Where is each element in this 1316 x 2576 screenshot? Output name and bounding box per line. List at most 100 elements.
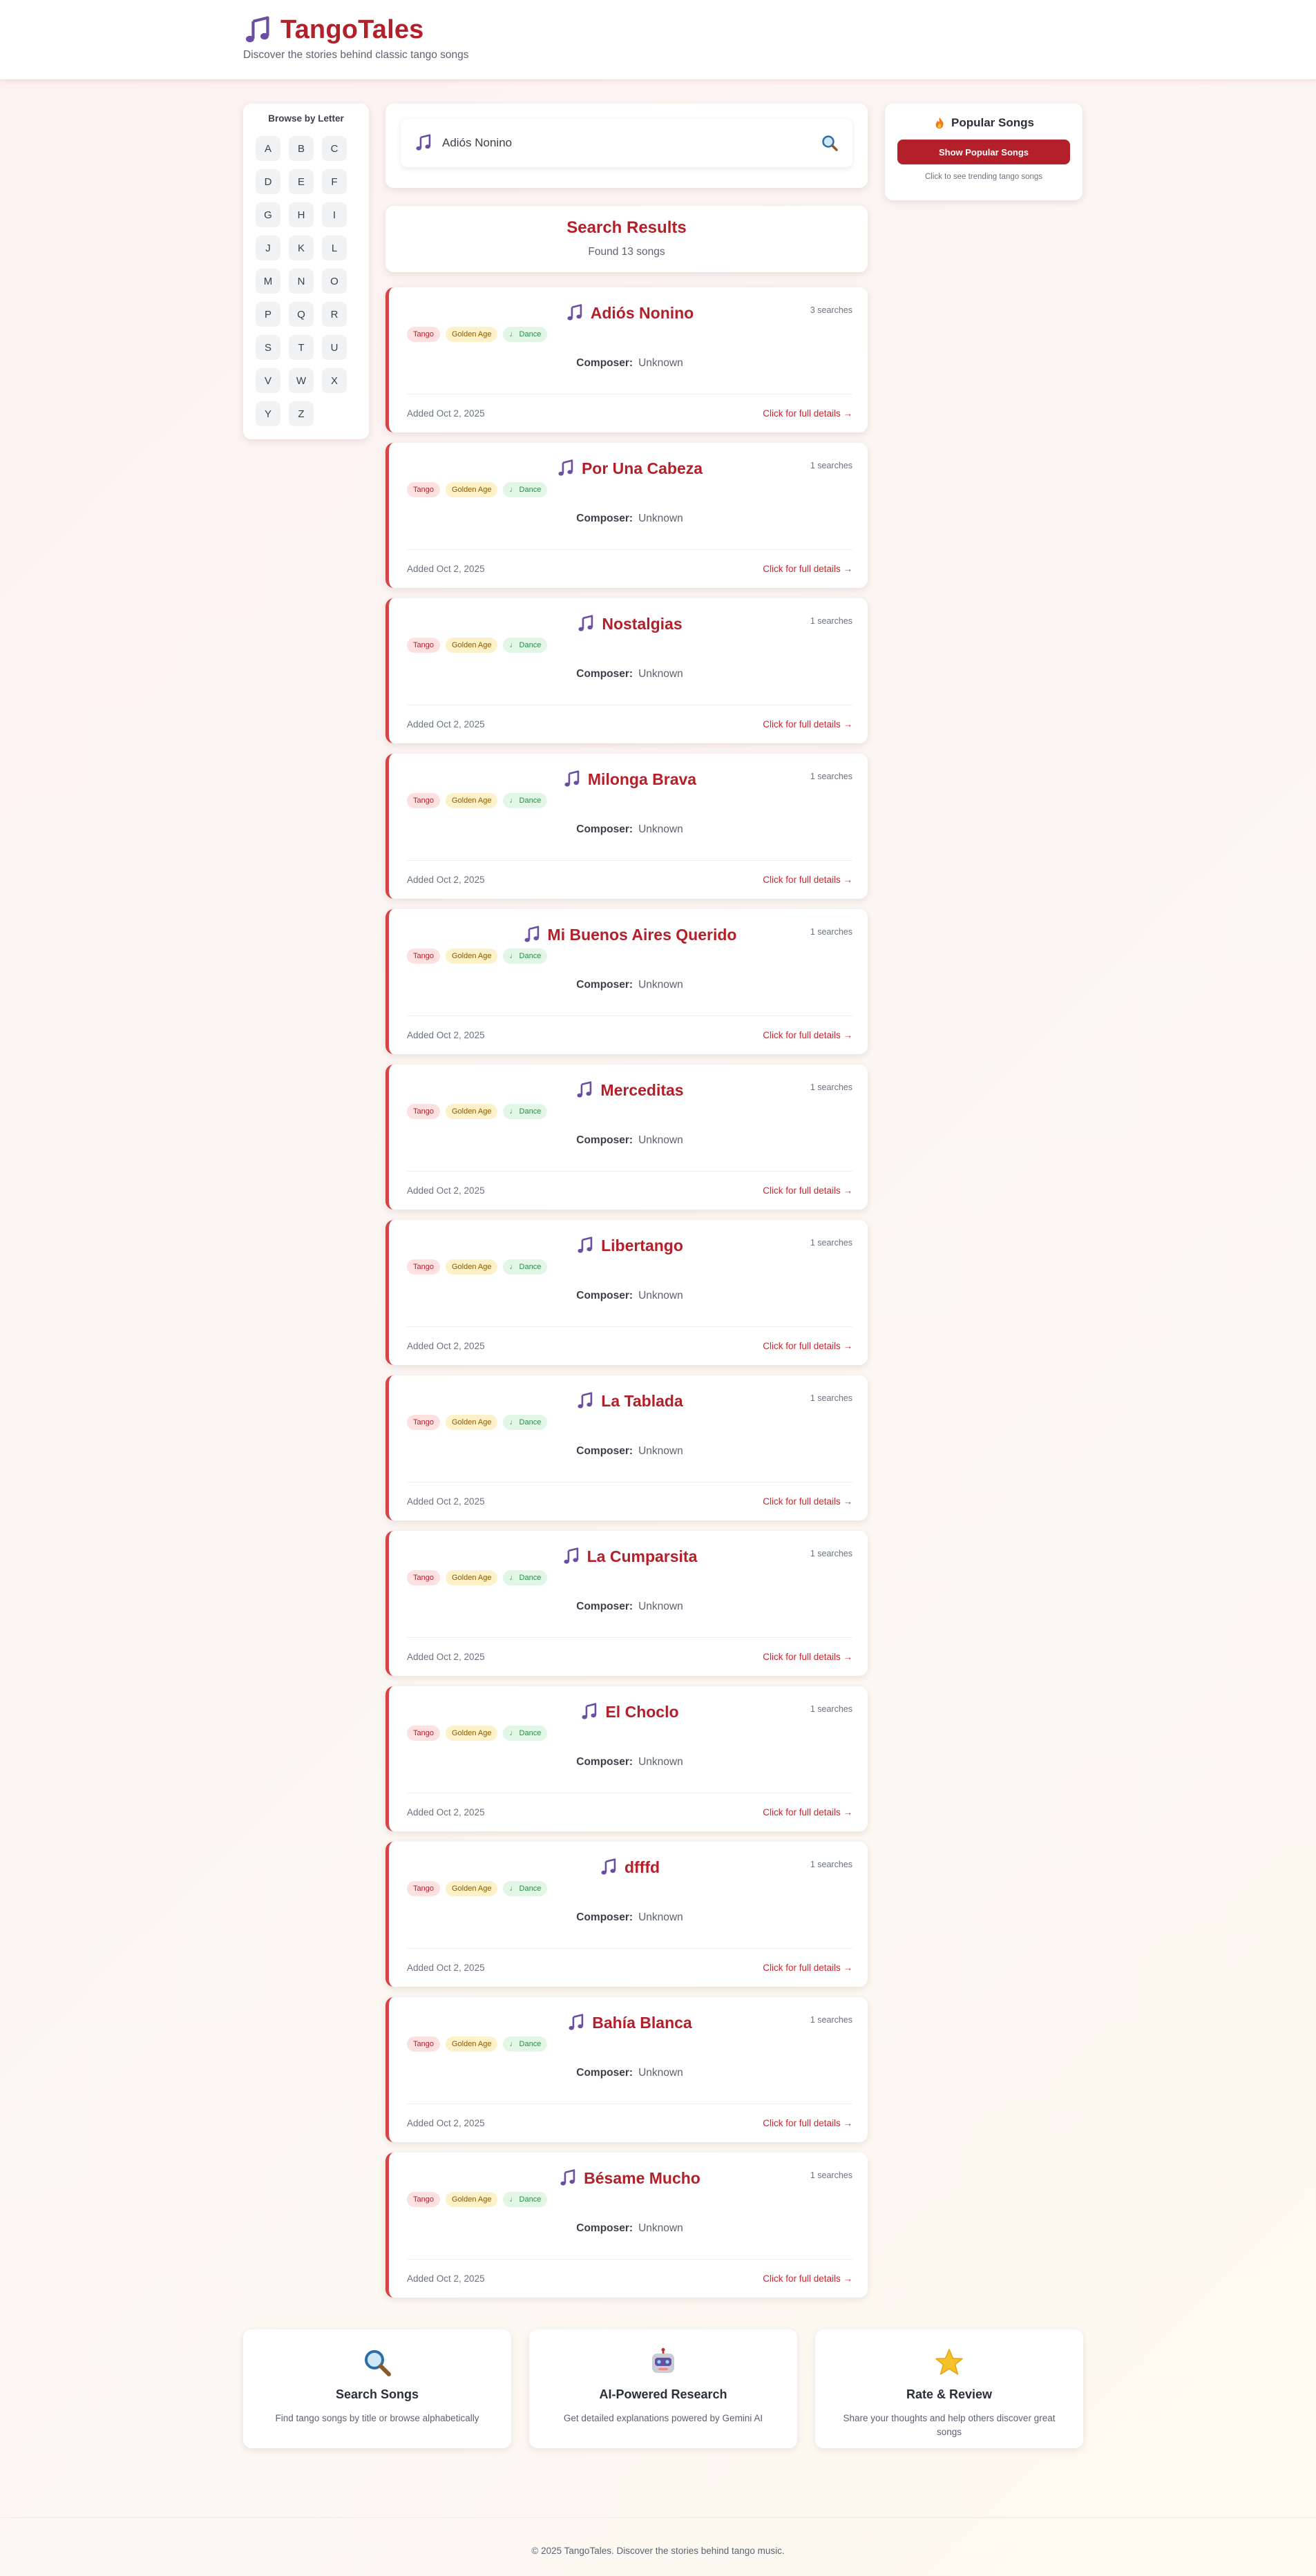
song-tags: Tango Golden Age ♩ Dance — [407, 482, 852, 497]
full-details-link[interactable]: Click for full details → — [763, 1341, 852, 1351]
letter-button-j[interactable]: J — [256, 236, 280, 260]
song-card[interactable]: Milonga Brava 1 searches Tango Golden Age ♩ … — [385, 754, 868, 899]
song-title[interactable]: Milonga Brava — [588, 770, 696, 789]
letter-button-i[interactable]: I — [322, 202, 347, 227]
song-card[interactable]: El Choclo 1 searches Tango Golden Age ♩ Danc… — [385, 1686, 868, 1831]
letter-button-z[interactable]: Z — [289, 401, 314, 426]
feature-description: Share your thoughts and help others disc… — [843, 2413, 1056, 2437]
full-details-link[interactable]: Click for full details → — [763, 2118, 852, 2128]
letter-button-g[interactable]: G — [256, 202, 280, 227]
show-popular-songs-button[interactable]: Show Popular Songs — [897, 140, 1070, 164]
tag-era: Golden Age — [445, 948, 498, 964]
tag-style: ♩ Dance — [503, 1570, 548, 1585]
letter-button-l[interactable]: L — [322, 236, 347, 260]
added-date: Added Oct 2, 2025 — [407, 1496, 485, 1507]
search-count: 1 searches — [810, 1704, 852, 1714]
full-details-link[interactable]: Click for full details → — [763, 1185, 852, 1196]
song-card[interactable]: La Tablada 1 searches Tango Golden Age ♩ Dan… — [385, 1375, 868, 1520]
full-details-link[interactable]: Click for full details → — [763, 719, 852, 729]
search-icon[interactable] — [821, 134, 839, 152]
search-input[interactable]: Adiós Nonino — [401, 119, 852, 167]
composer-row: Composer: Unknown — [407, 1756, 852, 1768]
letter-button-p[interactable]: P — [256, 302, 280, 327]
added-date: Added Oct 2, 2025 — [407, 564, 485, 574]
full-details-link[interactable]: Click for full details → — [763, 564, 852, 574]
letter-button-y[interactable]: Y — [256, 401, 280, 426]
song-title[interactable]: La Tablada — [601, 1392, 683, 1411]
popular-songs-title: Popular Songs — [951, 116, 1034, 129]
added-date: Added Oct 2, 2025 — [407, 1963, 485, 1973]
song-card[interactable]: Merceditas 1 searches Tango Golden Age ♩ Dan… — [385, 1065, 868, 1210]
letter-button-d[interactable]: D — [256, 169, 280, 194]
song-card-footer: Added Oct 2, 2025 Click for full details … — [407, 1637, 852, 1676]
music-note-icon — [575, 1081, 593, 1099]
letter-button-h[interactable]: H — [289, 202, 314, 227]
music-note-icon — [567, 2014, 585, 2032]
music-note-icon — [562, 1547, 580, 1565]
song-title[interactable]: Merceditas — [600, 1081, 683, 1100]
song-title[interactable]: dfffd — [624, 1858, 660, 1877]
letter-button-b[interactable]: B — [289, 136, 314, 161]
song-title[interactable]: Bahía Blanca — [592, 2014, 692, 2032]
full-details-link[interactable]: Click for full details → — [763, 1652, 852, 1662]
composer-row: Composer: Unknown — [407, 979, 852, 991]
tag-genre: Tango — [407, 2036, 440, 2052]
composer-value: Unknown — [638, 513, 683, 524]
letter-button-v[interactable]: V — [256, 368, 280, 393]
full-details-link[interactable]: Click for full details → — [763, 1807, 852, 1817]
letter-button-x[interactable]: X — [322, 368, 347, 393]
tag-genre: Tango — [407, 1415, 440, 1430]
full-details-link[interactable]: Click for full details → — [763, 875, 852, 885]
full-details-link[interactable]: Click for full details → — [763, 408, 852, 419]
song-card[interactable]: Libertango 1 searches Tango Golden Age ♩ Dan… — [385, 1220, 868, 1365]
letter-button-u[interactable]: U — [322, 335, 347, 360]
tag-style: ♩ Dance — [503, 1881, 548, 1896]
search-input-value[interactable]: Adiós Nonino — [442, 136, 821, 150]
song-card[interactable]: dfffd 1 searches Tango Golden Age ♩ Dance Com… — [385, 1842, 868, 1987]
song-title[interactable]: Mi Buenos Aires Querido — [548, 926, 737, 944]
added-date: Added Oct 2, 2025 — [407, 1652, 485, 1662]
song-card[interactable]: Nostalgias 1 searches Tango Golden Age ♩ Dan… — [385, 598, 868, 743]
letter-button-e[interactable]: E — [289, 169, 314, 194]
song-card[interactable]: Bahía Blanca 1 searches Tango Golden Age ♩ D… — [385, 1997, 868, 2142]
letter-button-a[interactable]: A — [256, 136, 280, 161]
brand[interactable]: TangoTales Discover the stories behind c… — [243, 15, 469, 61]
song-card[interactable]: Mi Buenos Aires Querido 1 searches Tango Go… — [385, 909, 868, 1054]
tag-era: Golden Age — [445, 638, 498, 653]
letter-button-c[interactable]: C — [322, 136, 347, 161]
song-title[interactable]: Bésame Mucho — [584, 2169, 700, 2188]
letter-button-o[interactable]: O — [322, 269, 347, 294]
letter-button-k[interactable]: K — [289, 236, 314, 260]
full-details-link[interactable]: Click for full details → — [763, 1030, 852, 1040]
song-title[interactable]: El Choclo — [605, 1703, 678, 1721]
song-card[interactable]: Por Una Cabeza 1 searches Tango Golden Age ♩… — [385, 443, 868, 588]
music-note-icon — [576, 1237, 594, 1254]
song-title[interactable]: La Cumparsita — [587, 1547, 698, 1566]
letter-button-r[interactable]: R — [322, 302, 347, 327]
composer-label: Composer: — [576, 1134, 633, 1146]
song-title[interactable]: Libertango — [601, 1237, 683, 1255]
letter-button-n[interactable]: N — [289, 269, 314, 294]
song-title[interactable]: Adiós Nonino — [591, 304, 694, 323]
full-details-link[interactable]: Click for full details → — [763, 1963, 852, 1973]
composer-value: Unknown — [638, 823, 683, 835]
tag-style: ♩ Dance — [503, 2036, 548, 2052]
composer-label: Composer: — [576, 668, 633, 680]
site-title[interactable]: TangoTales — [280, 15, 424, 45]
letter-button-f[interactable]: F — [322, 169, 347, 194]
song-title[interactable]: Por Una Cabeza — [582, 459, 703, 478]
full-details-link[interactable]: Click for full details → — [763, 1496, 852, 1507]
full-details-link[interactable]: Click for full details → — [763, 2273, 852, 2284]
tag-genre: Tango — [407, 638, 440, 653]
song-title[interactable]: Nostalgias — [602, 615, 682, 633]
star-icon — [935, 2349, 963, 2375]
composer-label: Composer: — [576, 357, 633, 369]
song-card[interactable]: Adiós Nonino 3 searches Tango Golden Age ♩ D… — [385, 287, 868, 432]
letter-button-w[interactable]: W — [289, 368, 314, 393]
song-card[interactable]: Bésame Mucho 1 searches Tango Golden Age ♩ D… — [385, 2153, 868, 2298]
letter-button-q[interactable]: Q — [289, 302, 314, 327]
letter-button-t[interactable]: T — [289, 335, 314, 360]
song-card[interactable]: La Cumparsita 1 searches Tango Golden Age ♩ … — [385, 1531, 868, 1676]
letter-button-m[interactable]: M — [256, 269, 280, 294]
letter-button-s[interactable]: S — [256, 335, 280, 360]
